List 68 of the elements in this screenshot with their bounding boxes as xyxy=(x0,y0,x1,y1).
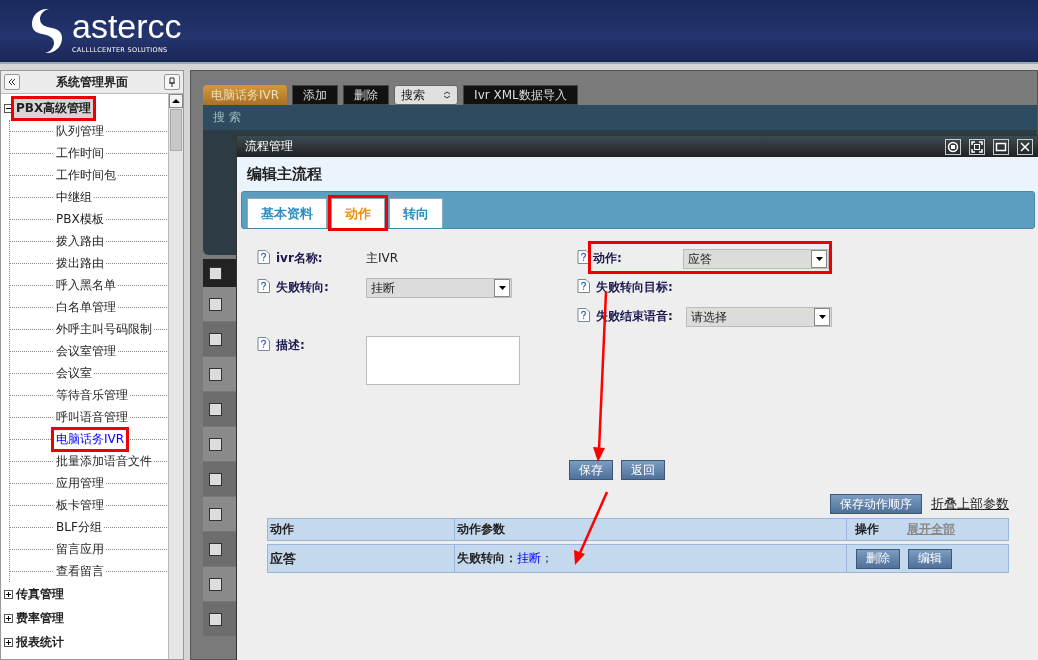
close-icon[interactable] xyxy=(1017,138,1033,155)
checkbox[interactable] xyxy=(209,507,222,521)
sidebar-title: 系统管理界面 xyxy=(56,73,128,91)
field-label: ivr名称: xyxy=(276,250,324,267)
expand-icon[interactable] xyxy=(4,637,13,647)
checkbox[interactable] xyxy=(209,577,222,591)
column-header: 操作 xyxy=(855,521,879,538)
logo-text: astercc xyxy=(72,8,182,43)
tree-group[interactable]: PBX高级管理 xyxy=(14,98,94,118)
help-icon[interactable] xyxy=(257,250,270,264)
collapse-panel-icon[interactable] xyxy=(4,74,20,90)
maximize-icon[interactable] xyxy=(969,138,985,155)
tab[interactable]: 基本资料 xyxy=(247,198,327,228)
tab[interactable]: 转向 xyxy=(389,198,443,228)
scroll-thumb[interactable] xyxy=(170,109,182,151)
tree-group[interactable]: 传真管理 xyxy=(14,584,66,604)
checkbox[interactable] xyxy=(209,266,222,280)
row-button[interactable]: 编辑 xyxy=(908,548,952,569)
tree-group[interactable]: 费率管理 xyxy=(14,608,66,628)
checkbox[interactable] xyxy=(209,612,222,626)
import-button[interactable]: Ivr XML数据导入 xyxy=(463,85,578,105)
help-icon[interactable] xyxy=(257,337,270,351)
help-icon[interactable] xyxy=(577,308,590,322)
dropdown[interactable]: 挂断 xyxy=(366,278,512,298)
scroll-up-icon[interactable] xyxy=(169,94,183,108)
help-icon[interactable] xyxy=(257,279,270,293)
save-order-button[interactable]: 保存动作顺序 xyxy=(830,494,922,514)
field-value: 主IVR xyxy=(366,250,399,267)
field-label: 描述: xyxy=(276,337,306,354)
form-button[interactable]: 保存 xyxy=(569,460,613,480)
chevron-icon xyxy=(443,91,452,99)
checkbox[interactable] xyxy=(209,437,222,451)
expand-icon[interactable] xyxy=(4,613,13,623)
help-icon[interactable] xyxy=(577,250,590,264)
form-button[interactable]: 返回 xyxy=(621,460,665,480)
field-label: 失败转向目标: xyxy=(596,279,674,296)
pin-icon[interactable] xyxy=(164,74,180,90)
dialog-heading: 编辑主流程 xyxy=(237,157,1038,191)
restore-icon[interactable] xyxy=(945,138,961,155)
checkbox[interactable] xyxy=(209,367,222,381)
checkbox[interactable] xyxy=(209,472,222,486)
field-label: 失败转向: xyxy=(276,279,330,296)
checkbox[interactable] xyxy=(209,332,222,346)
row-button[interactable]: 删除 xyxy=(856,548,900,569)
dropdown[interactable]: 应答 xyxy=(683,249,829,269)
minimize-icon[interactable] xyxy=(993,138,1009,155)
description-field[interactable] xyxy=(366,336,520,385)
checkbox[interactable] xyxy=(209,297,222,311)
scrollbar[interactable] xyxy=(168,94,183,659)
dialog-title: 流程管理 xyxy=(245,138,293,155)
collapse-link[interactable]: 折叠上部参数 xyxy=(931,495,1009,513)
search-dropdown[interactable]: 搜索 xyxy=(394,85,459,105)
tree-group[interactable]: 报表统计 xyxy=(14,632,66,652)
column-header: 动作 xyxy=(269,521,295,538)
checkbox[interactable] xyxy=(209,402,222,416)
search-label[interactable]: 搜 索 xyxy=(213,109,241,126)
field-label: 动作: xyxy=(593,250,623,267)
help-icon[interactable] xyxy=(577,279,590,293)
checkbox[interactable] xyxy=(209,542,222,556)
toolbar-button[interactable]: 添加 xyxy=(292,85,339,105)
expand-icon[interactable] xyxy=(4,589,13,599)
dropdown[interactable]: 请选择 xyxy=(686,307,832,327)
logo-icon xyxy=(30,7,64,55)
caret-icon xyxy=(498,285,506,291)
action-cell-text: 应答 xyxy=(269,549,297,568)
caret-icon xyxy=(818,314,826,320)
toolbar-button[interactable]: 删除 xyxy=(343,85,390,105)
column-header: 动作参数 xyxy=(454,519,846,540)
